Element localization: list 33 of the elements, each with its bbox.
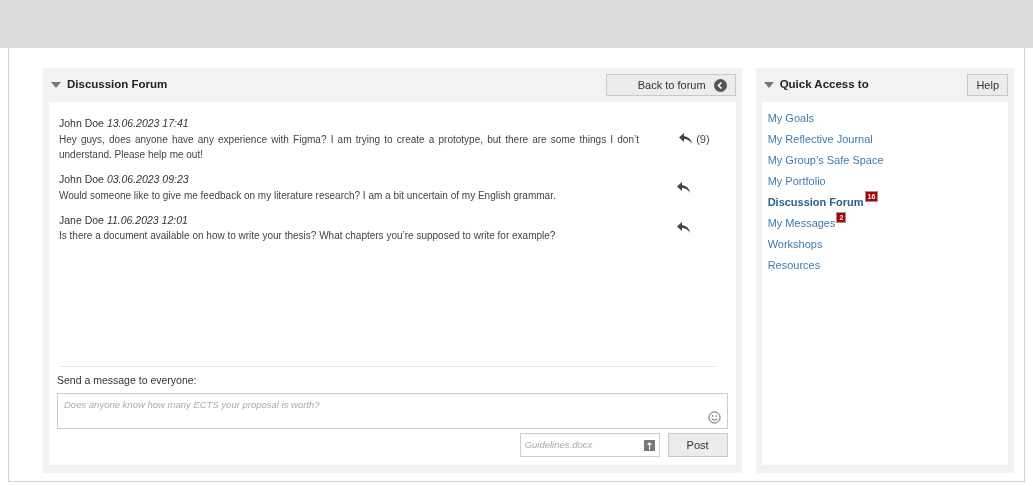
nav-link[interactable]: My Goals — [767, 112, 815, 124]
collapse-icon[interactable] — [51, 82, 61, 88]
post-meta: John Doe 13.06.2023 17:41 — [59, 116, 190, 131]
placeholder-text: Does anyone know how many ECTS your proposal is worth? — [64, 398, 320, 412]
post-text: Would someone like to give me feedback on my literature research? I am a bit uncertain of my English grammar. — [59, 188, 557, 203]
back-button[interactable]: Back to forum — [605, 74, 736, 96]
message-field[interactable]: Does anyone know how many ECTS your proposal is worth? — [57, 393, 728, 429]
nav-link[interactable]: Workshops — [767, 238, 823, 250]
post-button[interactable]: Post — [667, 433, 728, 457]
help-button[interactable]: Help — [967, 74, 1008, 96]
nav-link[interactable]: Discussion Forum — [767, 196, 864, 208]
reply-icon[interactable] — [679, 133, 693, 145]
post-meta: Jane Doe 11.06.2023 12:01 — [59, 212, 189, 228]
placeholder-text: Guidelines.docx — [524, 437, 593, 452]
panel-title: Discussion Forum — [67, 77, 168, 93]
panel-title: Quick Access to — [779, 77, 869, 93]
emoji-icon[interactable] — [707, 411, 721, 424]
collapse-icon[interactable] — [763, 82, 774, 88]
back-icon — [713, 78, 727, 92]
nav-link[interactable]: My Group’s Safe Space — [767, 154, 884, 166]
nav-link[interactable]: My Messages — [767, 217, 836, 229]
nav-link[interactable]: Resources — [767, 259, 821, 271]
post-text: Is there a document available on how to write your thesis? What chapters you’re supposed to write for example? — [59, 229, 557, 244]
upload-icon[interactable] — [643, 439, 655, 451]
compose-label: Send a message to everyone: — [57, 373, 198, 389]
post-meta: John Doe 03.06.2023 09:23 — [59, 171, 190, 187]
nav-link[interactable]: My Reflective Journal — [767, 133, 873, 145]
attachment-field[interactable]: Guidelines.docx — [519, 433, 660, 457]
reply-icon[interactable] — [676, 181, 690, 193]
reply-icon[interactable] — [676, 222, 690, 234]
post-text: Hey guys, does anyone have any experience with Figma? I am trying to create a prototype, but there are some things I don’t understand. Please help me out! — [59, 132, 639, 162]
reply-count: (9) — [696, 131, 710, 147]
nav-link[interactable]: My Portfolio — [767, 175, 826, 187]
